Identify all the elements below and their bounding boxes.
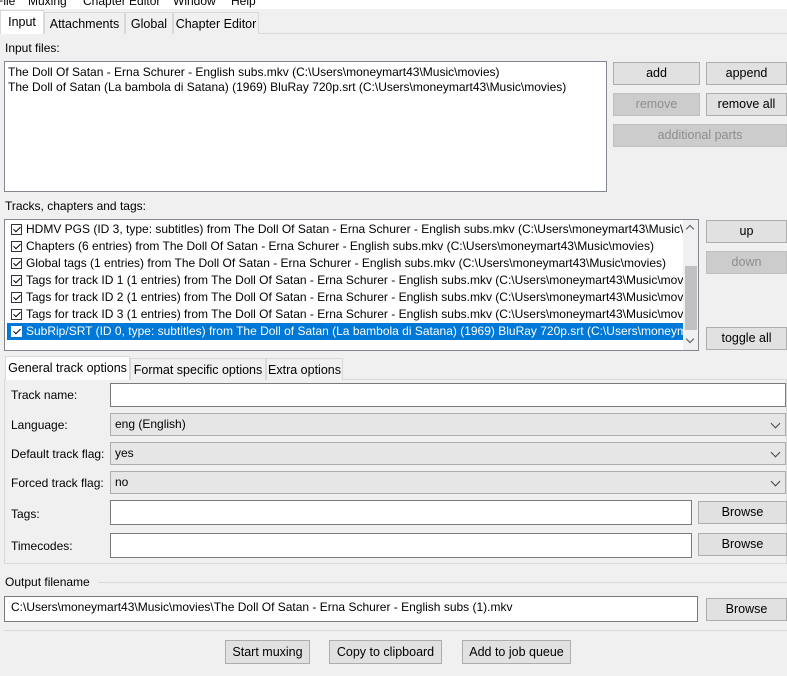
additional-parts-button[interactable]: additional parts [613,124,787,147]
default-flag-select[interactable]: yes [110,442,786,465]
language-label: Language: [11,418,68,432]
forced-flag-label: Forced track flag: [11,476,104,490]
chevron-down-icon [770,447,781,458]
track-name-label: Track name: [11,388,78,402]
track-name-input[interactable] [110,383,786,407]
tracks-list[interactable]: HDMV PGS (ID 3, type: subtitles) from Th… [4,219,699,351]
default-flag-label: Default track flag: [11,447,105,461]
scroll-up-icon[interactable] [685,224,695,234]
tab-chapter-editor[interactable]: Chapter Editor [173,12,259,34]
tags-input[interactable] [110,500,692,525]
add-to-job-queue-button[interactable]: Add to job queue [462,640,571,664]
menu-file[interactable]: File [0,0,15,8]
track-row[interactable]: Tags for track ID 2 (1 entries) from The… [7,289,683,306]
up-button[interactable]: up [706,220,787,243]
add-button[interactable]: add [613,62,700,85]
tags-browse-button[interactable]: Browse [698,501,787,524]
input-file-item[interactable]: The Doll of Satan (La bambola di Satana)… [8,80,566,94]
toggle-all-button[interactable]: toggle all [706,327,787,350]
divider [98,582,787,583]
timecodes-label: Timecodes: [11,539,73,553]
down-button[interactable]: down [706,251,787,274]
append-button[interactable]: append [706,62,787,85]
input-files-label: Input files: [5,41,60,55]
checkbox-icon[interactable] [11,241,22,252]
menu-window[interactable]: Window [173,0,216,8]
track-row[interactable]: Tags for track ID 1 (1 entries) from The… [7,272,683,289]
chevron-down-icon [770,418,781,429]
track-row[interactable]: HDMV PGS (ID 3, type: subtitles) from Th… [7,221,683,238]
remove-all-button[interactable]: remove all [706,93,787,116]
language-select[interactable]: eng (English) [110,413,786,436]
tab-extra-options[interactable]: Extra options [266,358,343,380]
menu-chapter-editor[interactable]: Chapter Editor [83,0,160,8]
output-browse-button[interactable]: Browse [706,598,787,621]
start-muxing-button[interactable]: Start muxing [225,640,310,664]
checkbox-icon[interactable] [11,258,22,269]
tab-input[interactable]: Input [0,10,44,34]
tab-attachments[interactable]: Attachments [44,12,125,34]
forced-flag-select[interactable]: no [110,471,786,494]
track-row[interactable]: Chapters (6 entries) from The Doll Of Sa… [7,238,683,255]
checkbox-icon[interactable] [11,309,22,320]
track-row[interactable]: Global tags (1 entries) from The Doll Of… [7,255,683,272]
scroll-thumb[interactable] [685,266,697,330]
track-row[interactable]: Tags for track ID 3 (1 entries) from The… [7,306,683,323]
checkbox-icon[interactable] [11,292,22,303]
menu-bar: File Muxing Chapter Editor Window Help [0,0,787,9]
menu-muxing[interactable]: Muxing [28,0,67,8]
checkbox-icon[interactable] [11,275,22,286]
tab-general-track-options[interactable]: General track options [5,356,130,380]
input-files-list[interactable]: The Doll Of Satan - Erna Schurer - Engli… [4,61,607,192]
track-row-selected[interactable]: SubRip/SRT (ID 0, type: subtitles) from … [7,323,683,340]
output-filename-input[interactable]: C:\Users\moneymart43\Music\movies\The Do… [4,596,698,622]
tab-format-specific-options[interactable]: Format specific options [130,358,266,380]
tags-label: Tags: [11,507,40,521]
input-file-item[interactable]: The Doll Of Satan - Erna Schurer - Engli… [8,65,499,79]
checkbox-icon[interactable] [11,224,22,235]
output-filename-label: Output filename [5,575,90,589]
divider [4,630,787,631]
copy-to-clipboard-button[interactable]: Copy to clipboard [329,640,442,664]
tab-global[interactable]: Global [125,12,173,34]
tracks-scrollbar[interactable] [683,220,698,350]
remove-button[interactable]: remove [613,93,700,116]
timecodes-browse-button[interactable]: Browse [698,533,787,556]
chevron-down-icon [770,476,781,487]
menu-help[interactable]: Help [231,0,256,8]
timecodes-input[interactable] [110,533,692,558]
checkbox-icon[interactable] [11,326,22,337]
tracks-label: Tracks, chapters and tags: [5,199,146,213]
scroll-down-icon[interactable] [685,334,695,344]
